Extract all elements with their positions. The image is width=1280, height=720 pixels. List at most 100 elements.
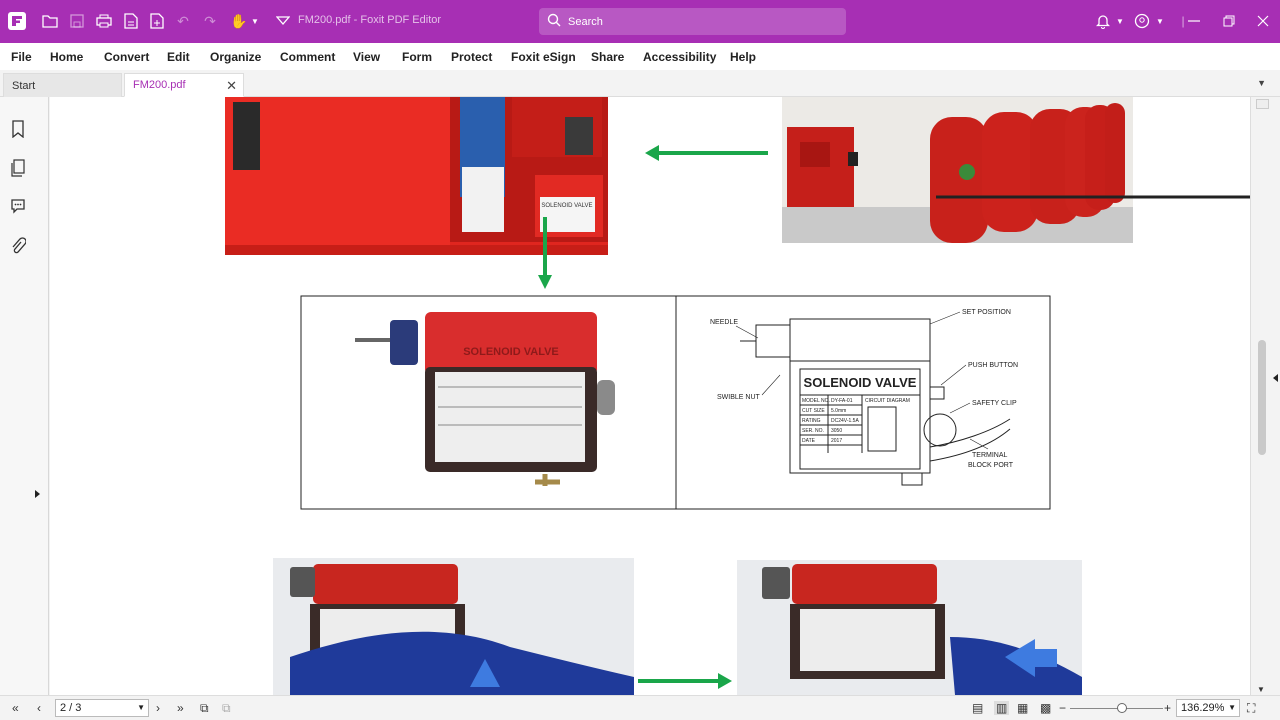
plate-ser-no: SER. NO. (802, 428, 824, 434)
search-icon (547, 13, 561, 27)
page-content: SOLENOID VALVE SOLENOID VALVE SOLENOID V… (225, 97, 1250, 695)
bottom-left-photo (273, 558, 634, 695)
save-icon[interactable] (67, 11, 87, 31)
menu-home[interactable]: Home (50, 50, 83, 64)
navigation-sidebar (0, 97, 49, 695)
menu-view[interactable]: View (353, 50, 380, 64)
menu-organize[interactable]: Organize (210, 50, 261, 64)
customize-toolbar-icon[interactable] (273, 11, 293, 31)
menu-edit[interactable]: Edit (167, 50, 190, 64)
account-dropdown-icon[interactable]: ▼ (1150, 11, 1170, 31)
first-page-icon[interactable]: « (12, 701, 19, 715)
zoom-slider-handle[interactable] (1117, 703, 1127, 713)
redo-icon[interactable]: ↷ (200, 11, 220, 31)
search-placeholder: Search (568, 15, 603, 28)
close-tab-icon[interactable]: ✕ (226, 78, 237, 94)
page-copy-icon[interactable]: ⧉ (200, 701, 209, 716)
plate-cut-size: CUT SIZE (802, 408, 825, 414)
plate-date-val: 2017 (831, 438, 842, 444)
plate-date: DATE (802, 438, 816, 444)
menu-form[interactable]: Form (402, 50, 432, 64)
next-page-icon[interactable]: › (156, 701, 160, 715)
zoom-dropdown-icon[interactable]: ▼ (1228, 703, 1236, 712)
drawing-valve-title: SOLENOID VALVE (804, 375, 917, 390)
new-document-icon[interactable] (147, 11, 167, 31)
bottom-right-photo (737, 560, 1082, 695)
expand-panel-icon[interactable] (35, 490, 40, 498)
previous-page-icon[interactable]: ‹ (37, 701, 41, 715)
vertical-scrollbar[interactable] (1258, 340, 1266, 455)
label-swivel-nut: SWIBLE NUT (717, 394, 761, 401)
plate-ser-val: 3050 (831, 428, 842, 434)
tab-start-label: Start (12, 79, 36, 92)
fullscreen-icon[interactable]: ⛶ (1247, 701, 1255, 716)
page-number: 2 / 3 (60, 702, 82, 714)
menu-foxit-esign[interactable]: Foxit eSign (511, 50, 576, 64)
create-pdf-icon[interactable] (121, 11, 141, 31)
account-icon[interactable] (1132, 11, 1152, 31)
page-thumbnails-icon[interactable] (10, 159, 26, 177)
plate-circuit: CIRCUIT DIAGRAM (865, 398, 910, 404)
menu-protect[interactable]: Protect (451, 50, 492, 64)
hand-tool-dropdown-icon[interactable]: ▼ (245, 11, 265, 31)
tab-start[interactable]: Start (3, 73, 122, 97)
page-preview-icon[interactable] (1256, 99, 1269, 109)
tab-list-dropdown-icon[interactable]: ▼ (1257, 78, 1266, 88)
plate-model-no: MODEL NO. (802, 398, 830, 404)
close-window-icon[interactable] (1253, 11, 1273, 31)
plate-rating: RATING (802, 418, 821, 424)
single-page-icon[interactable]: ▤ (972, 701, 983, 715)
tab-fm200[interactable]: FM200.pdf ✕ (124, 73, 244, 97)
attachments-icon[interactable] (10, 237, 26, 255)
menu-accessibility[interactable]: Accessibility (643, 50, 716, 64)
label-block-port: BLOCK PORT (968, 462, 1014, 469)
label-needle: NEEDLE (710, 319, 738, 326)
scroll-down-icon[interactable]: ▼ (1257, 685, 1265, 694)
zoom-level: 136.29% (1181, 702, 1225, 714)
restore-icon[interactable] (1219, 11, 1239, 31)
page-dropdown-icon[interactable]: ▼ (137, 703, 145, 712)
cylinders-photo (782, 97, 1250, 243)
last-page-icon[interactable]: » (177, 701, 184, 715)
page-layout-icon[interactable]: ⧉ (222, 701, 231, 716)
zoom-level-field[interactable]: 136.29% ▼ (1176, 699, 1240, 717)
right-panel: ▼ (1250, 97, 1280, 695)
document-tab-bar: Start FM200.pdf ✕ ▼ (0, 70, 1280, 97)
label-push-button: PUSH BUTTON (968, 362, 1018, 369)
undo-icon[interactable]: ↶ (173, 11, 193, 31)
menu-share[interactable]: Share (591, 50, 624, 64)
tab-fm200-label: FM200.pdf (133, 79, 186, 91)
menu-comment[interactable]: Comment (280, 50, 335, 64)
search-input[interactable]: Search (539, 8, 846, 35)
plate-cut-val: 5.0mm (831, 408, 846, 414)
menu-bar: File Home Convert Edit Organize Comment … (0, 43, 1280, 70)
embossed-valve-text: SOLENOID VALVE (463, 346, 559, 358)
menu-convert[interactable]: Convert (104, 50, 149, 64)
foxit-logo-icon[interactable] (8, 12, 26, 30)
cabinet-valve-label: SOLENOID VALVE (541, 203, 592, 209)
status-bar: « ‹ 2 / 3 ▼ › » ⧉ ⧉ ▤ ▥ ▦ ▩ − + 136.29% … (0, 695, 1280, 720)
page-number-field[interactable]: 2 / 3 ▼ (55, 699, 149, 717)
cabinet-photo: SOLENOID VALVE (225, 97, 608, 255)
plate-rating-val: DC24V-1.5A (831, 418, 859, 424)
zoom-in-icon[interactable]: + (1164, 701, 1171, 715)
comments-icon[interactable] (10, 197, 26, 215)
label-terminal: TERMINAL (972, 452, 1008, 459)
document-view[interactable]: SOLENOID VALVE SOLENOID VALVE SOLENOID V… (50, 97, 1250, 695)
minimize-icon[interactable] (1184, 11, 1204, 31)
menu-file[interactable]: File (11, 50, 32, 64)
window-title: FM200.pdf - Foxit PDF Editor (298, 14, 442, 26)
zoom-out-icon[interactable]: − (1059, 701, 1066, 715)
print-icon[interactable] (94, 11, 114, 31)
bookmark-icon[interactable] (10, 120, 26, 138)
label-safety-clip: SAFETY CLIP (972, 400, 1017, 407)
continuous-facing-icon[interactable]: ▩ (1040, 701, 1051, 715)
collapse-panel-icon[interactable] (1273, 374, 1278, 382)
open-folder-icon[interactable] (40, 11, 60, 31)
menu-help[interactable]: Help (730, 50, 756, 64)
continuous-page-icon[interactable]: ▥ (994, 701, 1010, 715)
plate-model-val: DY-FA-01 (831, 398, 853, 404)
notification-dropdown-icon[interactable]: ▼ (1110, 11, 1130, 31)
label-set-position: SET POSITION (962, 309, 1011, 316)
facing-page-icon[interactable]: ▦ (1017, 701, 1028, 715)
